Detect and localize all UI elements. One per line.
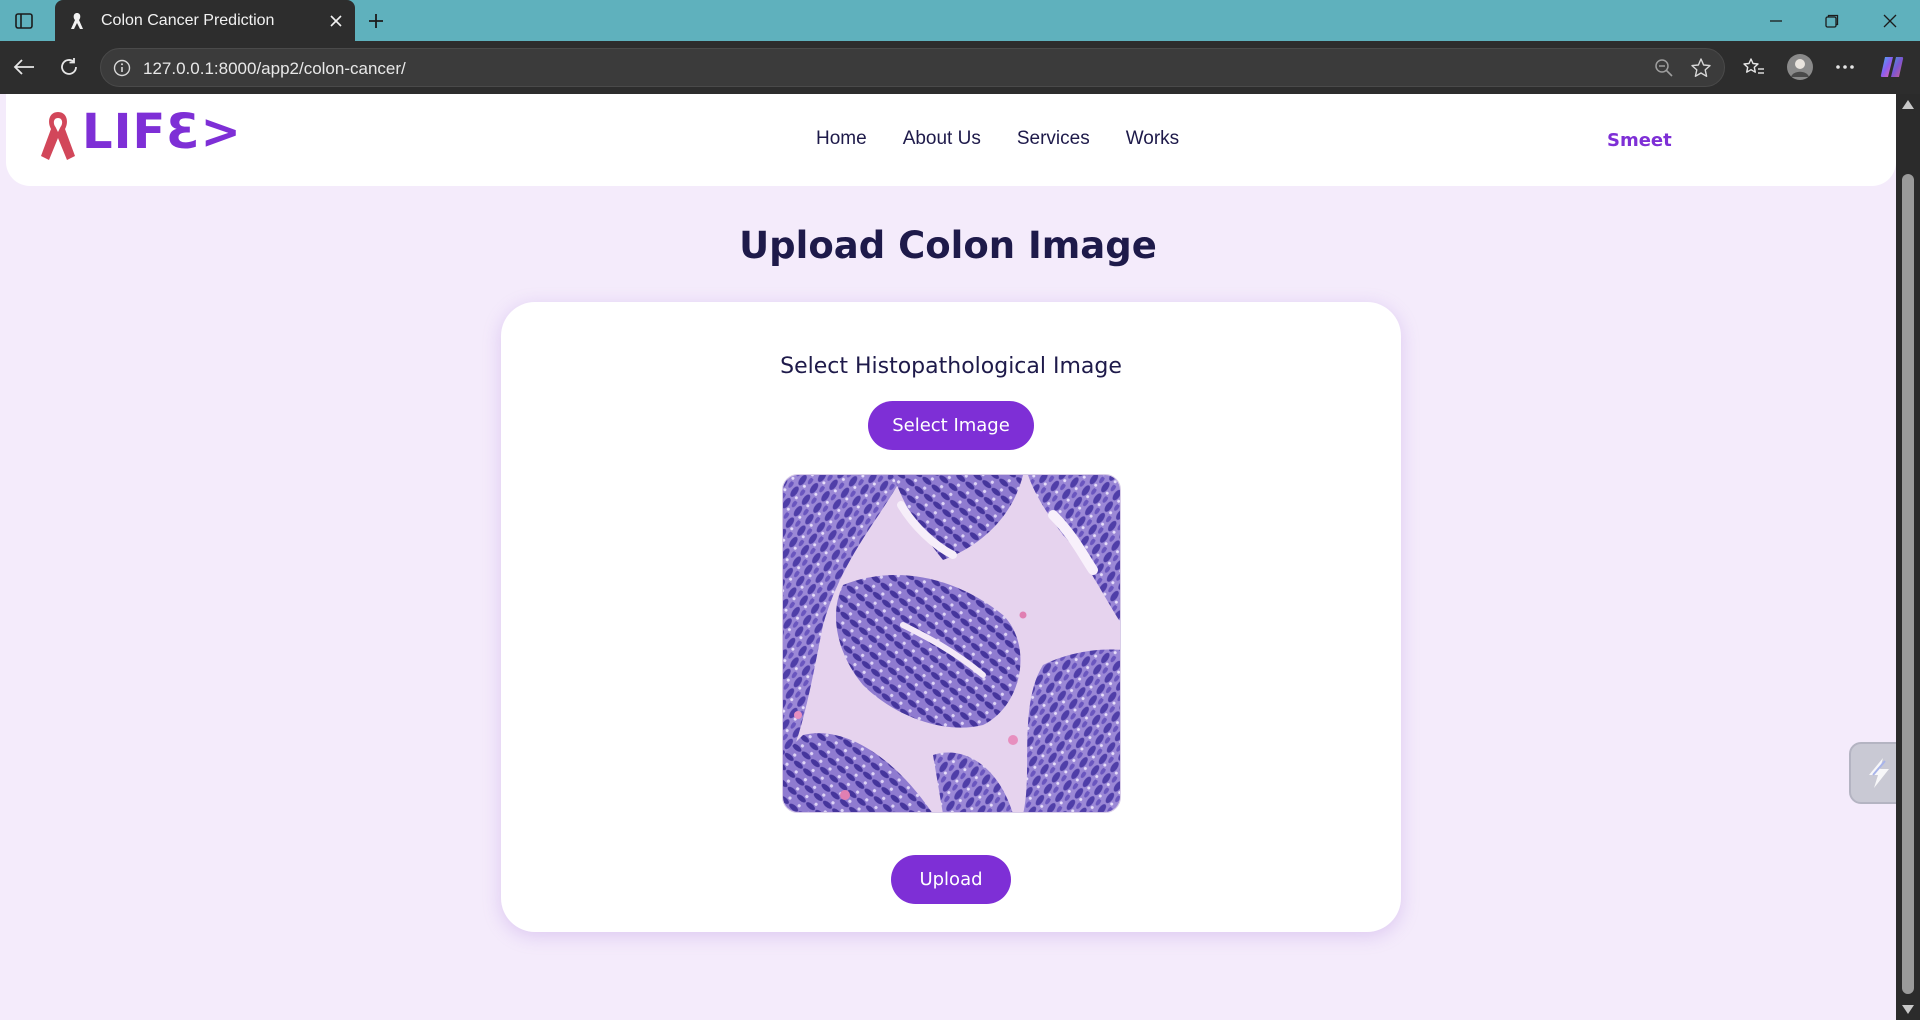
scroll-down-arrow-icon[interactable] xyxy=(1902,1005,1914,1014)
url-text[interactable]: 127.0.0.1:8000/app2/colon-cancer/ xyxy=(143,59,406,79)
zoom-out-icon[interactable] xyxy=(1652,56,1676,80)
site-info-icon[interactable] xyxy=(111,57,133,79)
ribbon-favicon-icon xyxy=(67,11,87,31)
new-tab-icon[interactable] xyxy=(360,5,392,37)
upload-button[interactable]: Upload xyxy=(891,855,1011,904)
page-title: Upload Colon Image xyxy=(739,224,1157,267)
page-viewport: LIFƐ> Home About Us Services Works Smeet… xyxy=(0,94,1920,1020)
window-close-icon[interactable] xyxy=(1870,4,1910,38)
bookmark-star-icon[interactable] xyxy=(1688,55,1714,81)
browser-toolbar: 127.0.0.1:8000/app2/colon-cancer/ xyxy=(0,41,1920,94)
profile-avatar-icon[interactable] xyxy=(1783,50,1817,84)
histology-image xyxy=(783,475,1120,812)
reload-icon[interactable] xyxy=(52,50,86,84)
browser-tab[interactable]: Colon Cancer Prediction xyxy=(55,0,355,41)
user-name[interactable]: Smeet xyxy=(1607,130,1672,151)
bolt-icon xyxy=(1869,758,1889,788)
upload-card: Select Histopathological Image Select Im… xyxy=(501,302,1401,932)
vertical-scrollbar[interactable] xyxy=(1896,94,1920,1020)
site-navbar: LIFƐ> Home About Us Services Works Smeet xyxy=(6,94,1896,186)
back-icon[interactable] xyxy=(7,50,41,84)
tab-actions-icon[interactable] xyxy=(6,6,42,36)
main-nav: Home About Us Services Works xyxy=(816,128,1179,150)
more-options-icon[interactable] xyxy=(1828,50,1862,84)
copilot-icon[interactable] xyxy=(1875,50,1909,84)
select-image-label: Select Histopathological Image xyxy=(780,354,1122,379)
nav-link-services[interactable]: Services xyxy=(1017,128,1090,150)
nav-link-about-us[interactable]: About Us xyxy=(903,128,981,150)
nav-link-works[interactable]: Works xyxy=(1126,128,1179,150)
site-logo[interactable]: LIFƐ> xyxy=(38,104,242,164)
logo-text: LIFƐ> xyxy=(82,104,242,160)
select-image-button[interactable]: Select Image xyxy=(868,401,1034,450)
awareness-ribbon-icon xyxy=(41,112,75,160)
minimize-icon[interactable] xyxy=(1756,4,1796,38)
scroll-up-arrow-icon[interactable] xyxy=(1902,100,1914,109)
tab-title: Colon Cancer Prediction xyxy=(101,11,275,29)
nav-link-home[interactable]: Home xyxy=(816,128,867,150)
address-bar[interactable]: 127.0.0.1:8000/app2/colon-cancer/ xyxy=(100,48,1725,87)
scroll-thumb[interactable] xyxy=(1902,174,1914,994)
restore-icon[interactable] xyxy=(1812,4,1852,38)
image-preview xyxy=(782,474,1121,813)
favorites-icon[interactable] xyxy=(1737,50,1771,84)
browser-tab-bar: Colon Cancer Prediction xyxy=(0,0,1920,41)
tab-close-icon[interactable] xyxy=(321,6,351,36)
